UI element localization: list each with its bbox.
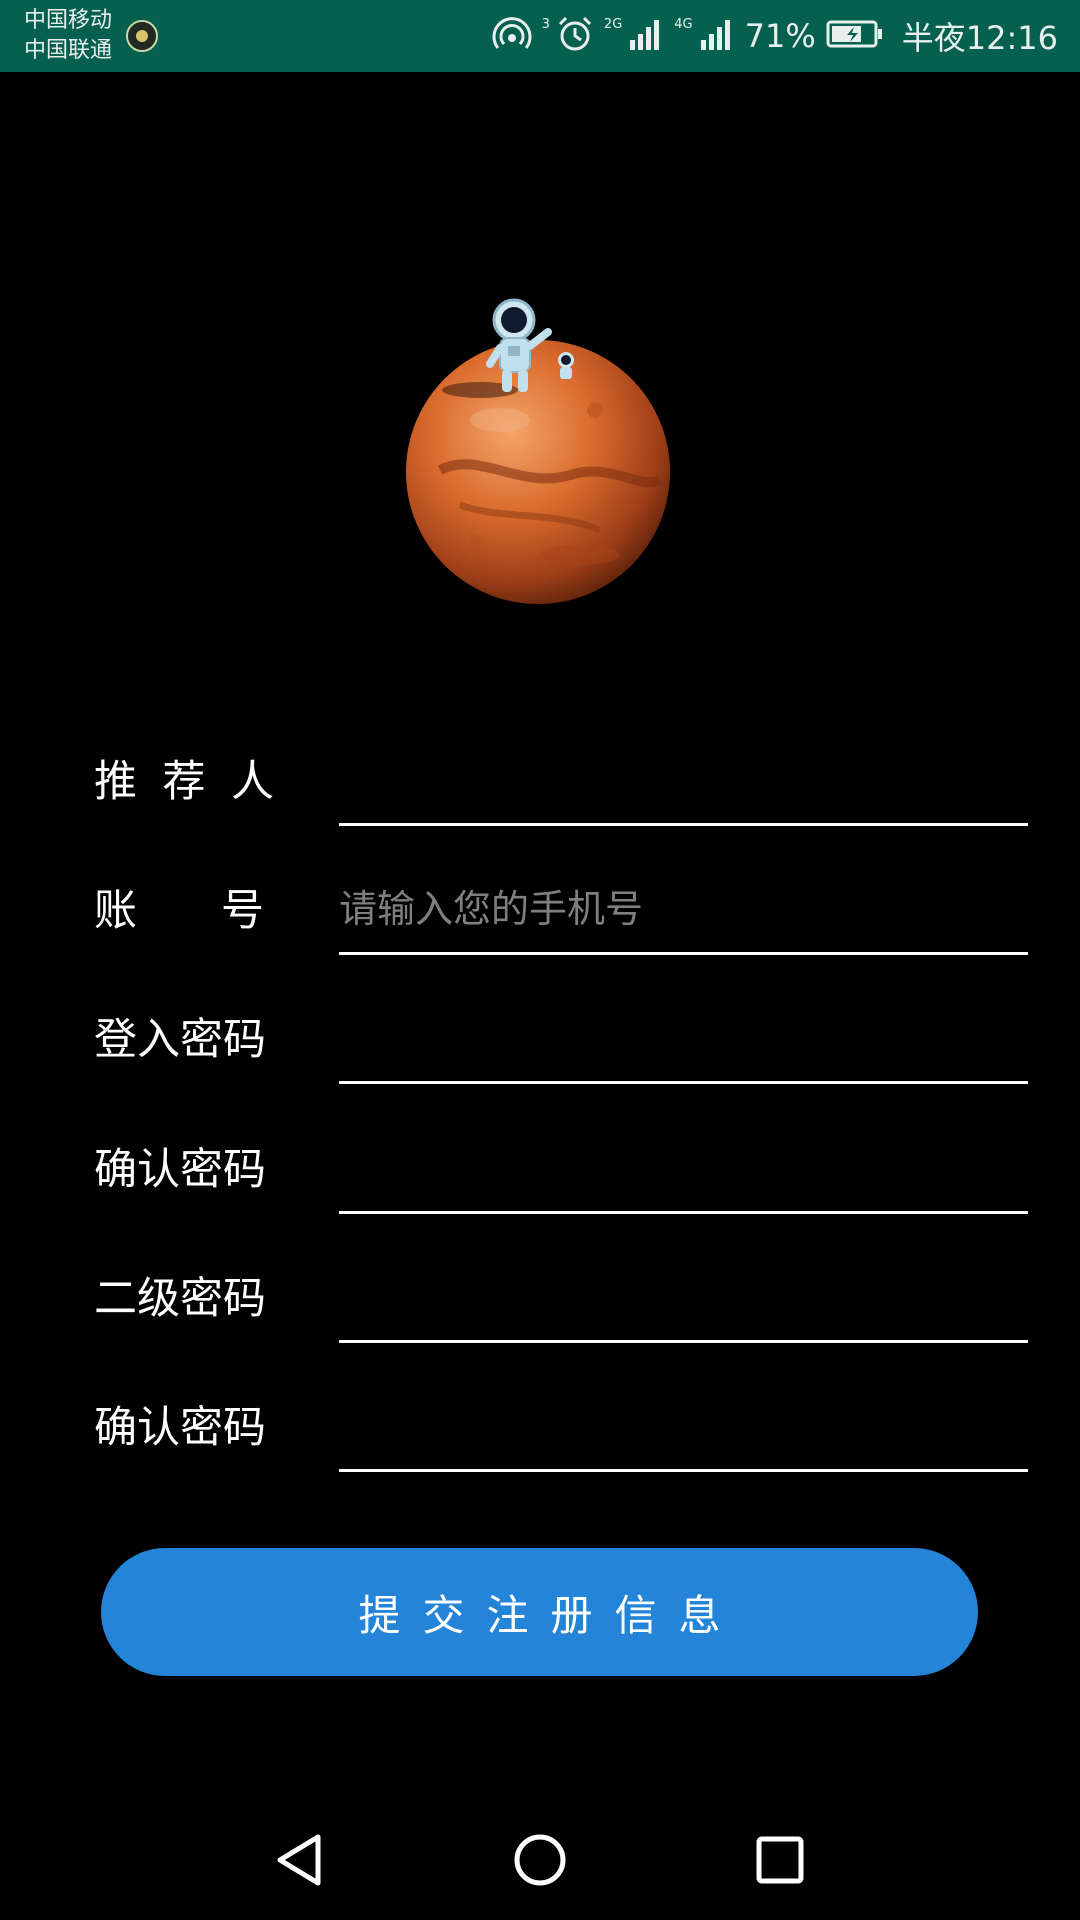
network-type-2: 4G [674,16,693,32]
confirm-password-input[interactable] [339,1133,1028,1214]
login-password-label: 登入密码 [94,1015,266,1065]
carrier-info: 中国移动 中国联通 [24,6,112,66]
nav-back-button[interactable] [268,1828,332,1892]
confirm-password-row: 确认密码 [0,1088,1080,1217]
hotspot-icon [492,14,532,58]
nav-home-button[interactable] [508,1828,572,1892]
signal-strength-icon [699,16,735,56]
referrer-label: 推 荐 人 [94,755,274,809]
referrer-input[interactable] [339,745,1028,826]
status-bar: 中国移动 中国联通 3 2G 4G 71% 半夜12:16 [0,0,1080,72]
triangle-back-icon [277,1834,321,1886]
mars-astronaut-illustration [380,290,700,620]
confirm-password-label: 确认密码 [94,1145,266,1195]
battery-percent: 71% [744,17,816,55]
confirm-secondary-password-label: 确认密码 [94,1403,266,1453]
clock: 半夜12:16 [901,19,1058,57]
system-navigation-bar [0,1800,1080,1920]
secondary-password-input[interactable] [339,1262,1028,1343]
phone-number-input[interactable] [339,874,1028,955]
alarm-clock-icon [556,15,594,57]
carrier-2: 中国联通 [24,38,113,63]
battery-charging-icon [826,19,884,53]
referrer-label-char: 推 [94,757,137,807]
referrer-label-char: 荐 [162,757,206,807]
network-type-1: 2G [603,16,623,32]
secondary-password-label: 二级密码 [94,1274,266,1324]
account-label: 账 号 [94,884,264,938]
account-row: 账 号 [0,829,1080,958]
status-icons: 3 2G 4G 71% 半夜12:16 [492,0,1058,72]
confirm-secondary-password-input[interactable] [339,1391,1028,1472]
nav-recent-apps-button[interactable] [748,1828,812,1892]
secondary-password-row: 二级密码 [0,1217,1080,1346]
signal-strength-icon [628,16,664,56]
hotspot-count: 3 [541,16,550,32]
square-recent-icon [756,1836,804,1884]
carrier-1: 中国移动 [24,8,113,33]
login-password-row: 登入密码 [0,958,1080,1087]
account-label-char: 号 [221,886,264,936]
confirm-secondary-password-row: 确认密码 [0,1346,1080,1475]
login-password-input[interactable] [339,1003,1028,1084]
referrer-label-char: 人 [231,757,274,807]
circle-home-icon [514,1834,566,1886]
notification-app-icon [126,20,158,52]
submit-registration-button[interactable]: 提交注册信息 [101,1548,978,1676]
account-label-char: 账 [94,886,137,936]
referrer-row: 推 荐 人 [0,700,1080,829]
